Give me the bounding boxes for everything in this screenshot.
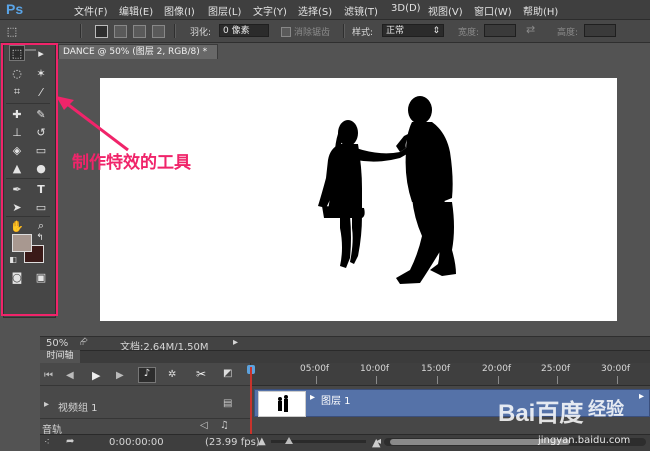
menu-item[interactable]: 滤镜(T): [344, 3, 378, 18]
width-label: 宽度:: [458, 28, 480, 38]
audio-toggle-icon[interactable]: ♪: [138, 367, 156, 383]
menu-item[interactable]: 文件(F): [74, 3, 108, 18]
divider: [343, 24, 345, 38]
menu-item[interactable]: 选择(S): [298, 3, 332, 18]
audio-note-icon[interactable]: ♫: [220, 420, 229, 431]
divider: [40, 385, 250, 386]
expand-arrow-icon[interactable]: ▸: [44, 399, 49, 410]
style-select[interactable]: 正常 ⇕: [382, 24, 444, 37]
timeline-tab[interactable]: 时间轴: [40, 350, 80, 363]
antialias-checkbox[interactable]: [281, 27, 291, 37]
document-canvas[interactable]: [100, 78, 617, 321]
annotation-arrow-icon: [56, 96, 129, 152]
zoom-out-mountain-icon[interactable]: ▲: [258, 436, 266, 447]
menu-item[interactable]: 窗口(W): [474, 3, 512, 18]
scroll-left-icon[interactable]: ◂: [376, 436, 381, 447]
new-selection-button[interactable]: [95, 25, 108, 38]
share-icon[interactable]: ⮳: [80, 337, 88, 348]
convert-frames-icon[interactable]: ⁖: [44, 437, 50, 448]
go-to-first-frame-icon[interactable]: ⏮: [44, 370, 53, 381]
ruler-tick: [376, 376, 377, 384]
watermark-site-url: jingyan.baidu.com: [538, 435, 631, 446]
dancers-silhouette: [318, 96, 456, 284]
video-group-film-icon[interactable]: ▤: [223, 398, 232, 409]
antialias-label: 消除锯齿: [294, 28, 331, 38]
status-menu-arrow-icon[interactable]: ▸: [233, 337, 238, 348]
ruler-tick: [498, 376, 499, 384]
transition-icon[interactable]: ◩: [223, 368, 232, 379]
document-status-bar: 50% ⮳ 文档:2.64M/1.50M ▸: [40, 336, 650, 353]
chevron-down-icon: ⇕: [432, 26, 440, 36]
timecode-readout: 0:00:00:00: [109, 437, 164, 448]
watermark-jingyan-text: 经验: [588, 399, 624, 420]
options-bar: ⬚ 羽化: 0 像素 消除锯齿 样式: 正常 ⇕ 宽度: ⇄ 高度:: [0, 20, 650, 43]
ruler-tick: [437, 376, 438, 384]
timeline-header: [40, 350, 650, 364]
ruler-tick-label: 05:00f: [300, 364, 330, 374]
clip-end-arrow-icon[interactable]: ▸: [639, 391, 644, 402]
intersect-selection-button[interactable]: [152, 25, 165, 38]
style-select-value: 正常: [386, 26, 405, 36]
swap-icon[interactable]: ⇄: [526, 23, 535, 36]
zoom-level[interactable]: 50%: [46, 338, 68, 349]
photoshop-logo: Ps: [6, 1, 24, 17]
ruler-tick-label: 15:00f: [421, 364, 451, 374]
add-selection-button[interactable]: [114, 25, 127, 38]
render-share-icon[interactable]: ➦: [66, 436, 74, 447]
menu-item[interactable]: 图像(I): [164, 3, 195, 18]
video-group-label: 视频组 1: [58, 403, 98, 414]
baidu-watermark-logo: Bai百度: [498, 400, 584, 427]
menu-item[interactable]: 帮助(H): [523, 3, 558, 18]
menu-item[interactable]: 3D(D): [391, 3, 421, 14]
menu-item[interactable]: 视图(V): [428, 3, 463, 18]
marquee-preset-icon[interactable]: ⬚: [4, 23, 20, 39]
divider: [80, 24, 82, 38]
height-input[interactable]: [584, 24, 616, 37]
feather-label: 羽化:: [190, 28, 212, 38]
ruler-tick-label: 25:00f: [541, 364, 571, 374]
document-tab[interactable]: DANCE @ 50% (图层 2, RGB/8) *: [58, 44, 218, 59]
style-label: 样式:: [352, 28, 374, 38]
ruler-tick: [557, 376, 558, 384]
clip-expand-arrow-icon[interactable]: ▸: [310, 392, 315, 403]
zoom-slider-thumb[interactable]: [285, 437, 293, 444]
menu-item[interactable]: 编辑(E): [119, 3, 153, 18]
ruler-tick-label: 10:00f: [360, 364, 390, 374]
ruler-tick-label: 30:00f: [601, 364, 631, 374]
divider: [174, 24, 176, 38]
ruler-tick: [316, 376, 317, 384]
menu-item[interactable]: 图层(L): [208, 3, 241, 18]
feather-input[interactable]: 0 像素: [219, 24, 269, 37]
ruler-tick: [617, 376, 618, 384]
next-frame-icon[interactable]: ▶: [116, 370, 124, 381]
clip-thumbnail: [258, 391, 306, 417]
annotation-highlight-box: [1, 43, 58, 316]
subtract-selection-button[interactable]: [133, 25, 146, 38]
ruler-tick-label: 20:00f: [482, 364, 512, 374]
clip-layer-label: 图层 1: [321, 396, 351, 407]
previous-frame-icon[interactable]: ◀: [66, 370, 74, 381]
split-scissors-icon[interactable]: ✂: [196, 367, 206, 381]
audio-mute-icon[interactable]: ◁: [200, 420, 208, 431]
play-icon[interactable]: ▶: [92, 369, 100, 382]
clip-thumbnail-silhouette: [278, 395, 288, 412]
frame-rate-readout: (23.99 fps): [205, 437, 260, 448]
width-input[interactable]: [484, 24, 516, 37]
height-label: 高度:: [557, 28, 579, 38]
divider: [40, 418, 250, 419]
settings-gear-icon[interactable]: ✲: [168, 369, 176, 380]
menu-item[interactable]: 文字(Y): [253, 3, 287, 18]
